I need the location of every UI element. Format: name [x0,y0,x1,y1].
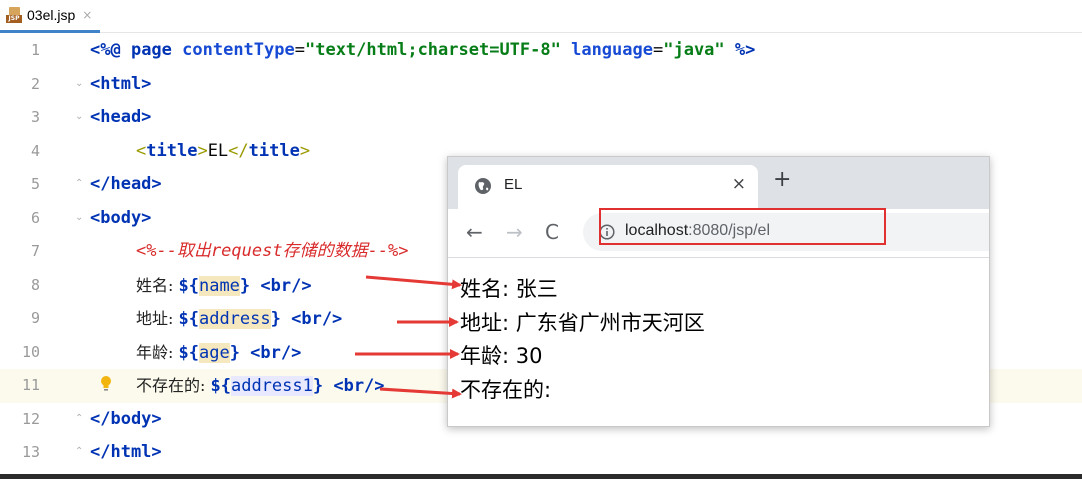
fold-marker-icon[interactable]: ⌃ [75,413,84,424]
reload-icon[interactable]: C [545,220,559,244]
browser-tab-title: EL [504,176,523,193]
code-text: 不存在的: ${address1} <br/> [136,376,385,396]
browser-window: EL × + ← → C localhost:8080/jsp/el 姓名: 张… [447,156,990,427]
forward-arrow-icon[interactable]: → [506,220,523,244]
globe-icon [475,178,491,194]
code-comment: <%--取出request存储的数据--%> [136,241,409,261]
back-arrow-icon[interactable]: ← [466,220,483,244]
line-number: 11 [21,376,40,394]
code-text: <head> [90,107,152,127]
lightbulb-icon[interactable] [98,374,114,394]
browser-tab-close-icon[interactable]: × [732,174,746,194]
editor-tab-bar: JSP 03el.jsp × [0,0,1082,33]
code-line: 3 ⌄ <head> [0,101,1082,135]
window-bottom-edge [0,474,1082,479]
output-address: 地址: 广东省广州市天河区 [460,310,705,335]
code-text: 年龄: ${age} <br/> [136,342,302,363]
code-line: 13 ⌃ </html> [0,436,1082,470]
code-text: </head> [90,174,162,194]
code-text: </body> [90,408,162,429]
code-text: <html> [90,73,152,94]
line-number: 8 [30,275,40,294]
code-text: 姓名: ${name} <br/> [136,275,312,296]
fold-marker-icon[interactable]: ⌃ [75,178,84,189]
fold-marker-icon[interactable]: ⌄ [75,78,84,89]
code-text: <body> [90,207,152,228]
browser-tab-strip: EL × + [448,157,989,209]
line-number: 7 [30,242,40,260]
line-number: 4 [30,141,40,160]
line-number: 12 [21,409,40,428]
code-line: 2 ⌄ <html> [0,68,1082,102]
fold-marker-icon[interactable]: ⌃ [75,446,84,457]
output-missing: 不存在的: [460,377,552,402]
line-number: 6 [30,208,40,227]
line-number: 13 [21,443,40,461]
page-content: 姓名: 张三 地址: 广东省广州市天河区 年龄: 30 不存在的: [460,273,705,407]
jsp-file-icon: JSP [6,7,22,23]
tab-close-icon[interactable]: × [82,8,92,22]
url-highlight-box [599,208,886,245]
code-text: 地址: ${address} <br/> [136,309,343,329]
browser-tab[interactable]: EL × [458,165,758,209]
tab-file-name: 03el.jsp [27,7,76,23]
line-number: 3 [30,108,40,126]
editor-tab-03el-jsp[interactable]: JSP 03el.jsp × [0,0,101,33]
code-line: 1 <%@ page contentType="text/html;charse… [0,34,1082,68]
code-text: <%@ page contentType="text/html;charset=… [90,40,756,60]
fold-marker-icon[interactable]: ⌄ [75,111,84,122]
line-number: 5 [30,175,40,193]
output-age: 年龄: 30 [460,344,543,368]
code-text: <title>EL</title> [136,140,311,161]
fold-marker-icon[interactable]: ⌄ [75,212,84,223]
line-number: 9 [30,309,40,327]
code-text: </html> [90,442,162,462]
new-tab-icon[interactable]: + [773,169,791,191]
output-name: 姓名: 张三 [460,277,558,301]
line-number: 2 [30,74,40,93]
line-number: 1 [30,41,40,59]
line-number: 10 [21,342,40,361]
